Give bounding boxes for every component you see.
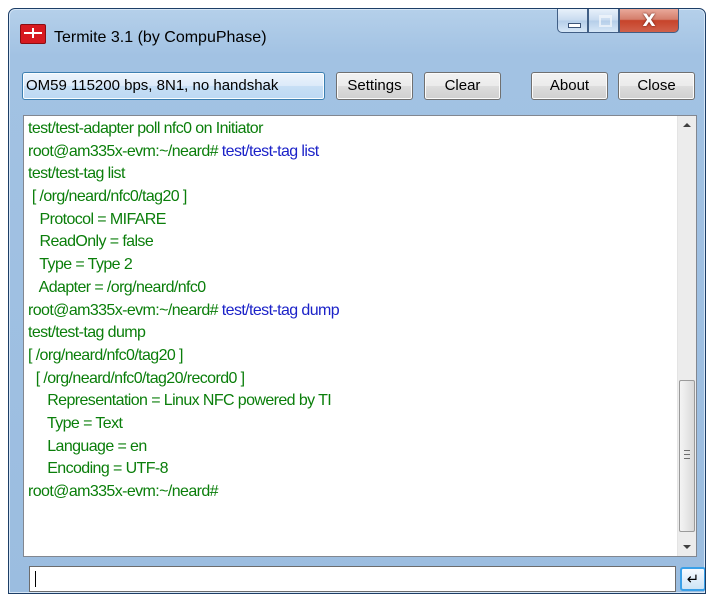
- terminal-output-text: test/test-tag list: [28, 165, 125, 183]
- terminal-line: ReadOnly = false: [28, 231, 674, 254]
- termite-app-icon[interactable]: [20, 24, 46, 44]
- terminal-output-text: root@am335x-evm:~/neard#: [28, 301, 222, 319]
- terminal-output-text: Type = Text: [28, 414, 123, 432]
- terminal-line: Type = Type 2: [28, 254, 674, 277]
- caption-buttons: X: [557, 9, 705, 33]
- close-button[interactable]: Close: [618, 72, 695, 100]
- grip-icon: [684, 450, 690, 459]
- terminal-line: Adapter = /org/neard/nfc0: [28, 277, 674, 300]
- terminal-line: Protocol = MIFARE: [28, 209, 674, 232]
- clear-button[interactable]: Clear: [424, 72, 501, 100]
- terminal-output-text: Adapter = /org/neard/nfc0: [28, 278, 207, 296]
- terminal-output-text: root@am335x-evm:~/neard#: [28, 483, 219, 500]
- termite-window: Termite 3.1 (by CompuPhase) X OM59 11520…: [8, 8, 706, 594]
- terminal-line: Type = Text: [28, 413, 674, 436]
- minimize-icon[interactable]: [557, 9, 588, 33]
- title-bar[interactable]: Termite 3.1 (by CompuPhase) X: [9, 9, 705, 57]
- terminal-line: [ /org/neard/nfc0/tag20/record0 ]: [28, 368, 674, 391]
- terminal-output[interactable]: test/test-adapter poll nfc0 on Initiator…: [23, 115, 697, 557]
- command-input[interactable]: [29, 566, 676, 592]
- enter-icon[interactable]: ↵: [680, 567, 705, 591]
- scroll-down-icon[interactable]: [678, 537, 696, 556]
- terminal-lines: test/test-adapter poll nfc0 on Initiator…: [28, 118, 674, 504]
- port-settings-display[interactable]: OM59 115200 bps, 8N1, no handshak: [22, 72, 325, 100]
- terminal-line: [ /org/neard/nfc0/tag20 ]: [28, 186, 674, 209]
- terminal-command-text: test/test-tag list: [221, 142, 319, 160]
- window-title: Termite 3.1 (by CompuPhase): [54, 29, 267, 46]
- terminal-output-text: ReadOnly = false: [28, 233, 154, 251]
- terminal-line: Representation = Linux NFC powered by TI: [28, 390, 674, 413]
- terminal-output-text: Representation = Linux NFC powered by TI: [28, 392, 332, 410]
- terminal-line: root@am335x-evm:~/neard# test/test-tag l…: [28, 141, 674, 164]
- terminal-line: root@am335x-evm:~/neard# test/test-tag d…: [28, 300, 674, 323]
- scroll-up-icon[interactable]: [678, 116, 696, 135]
- terminal-output-text: [ /org/neard/nfc0/tag20 ]: [28, 346, 184, 364]
- terminal-output-text: Language = en: [28, 437, 147, 455]
- terminal-command-text: test/test-tag dump: [221, 301, 340, 319]
- about-button[interactable]: About: [531, 72, 608, 100]
- terminal-output-text: test/test-adapter poll nfc0 on Initiator: [28, 120, 263, 137]
- terminal-line: test/test-adapter poll nfc0 on Initiator: [28, 118, 674, 141]
- terminal-output-text: [ /org/neard/nfc0/tag20/record0 ]: [28, 369, 245, 387]
- close-icon[interactable]: X: [619, 9, 679, 33]
- terminal-line: test/test-tag dump: [28, 322, 674, 345]
- terminal-output-text: [ /org/neard/nfc0/tag20 ]: [28, 188, 188, 206]
- terminal-output-text: root@am335x-evm:~/neard#: [28, 142, 222, 160]
- vertical-scrollbar[interactable]: [677, 116, 696, 556]
- toolbar: OM59 115200 bps, 8N1, no handshak Settin…: [22, 72, 699, 100]
- terminal-output-text: Encoding = UTF-8: [28, 460, 168, 478]
- terminal-output-text: Type = Type 2: [28, 256, 133, 274]
- terminal-line: [ /org/neard/nfc0/tag20 ]: [28, 345, 674, 368]
- text-caret: [35, 571, 36, 587]
- settings-button[interactable]: Settings: [336, 72, 413, 100]
- terminal-line: Encoding = UTF-8: [28, 458, 674, 481]
- terminal-line: root@am335x-evm:~/neard#: [28, 481, 674, 504]
- terminal-output-text: test/test-tag dump: [28, 324, 146, 342]
- maximize-icon[interactable]: [588, 9, 619, 33]
- terminal-line: Language = en: [28, 436, 674, 459]
- terminal-output-text: Protocol = MIFARE: [28, 210, 167, 228]
- terminal-line: test/test-tag list: [28, 163, 674, 186]
- scroll-thumb[interactable]: [679, 380, 695, 532]
